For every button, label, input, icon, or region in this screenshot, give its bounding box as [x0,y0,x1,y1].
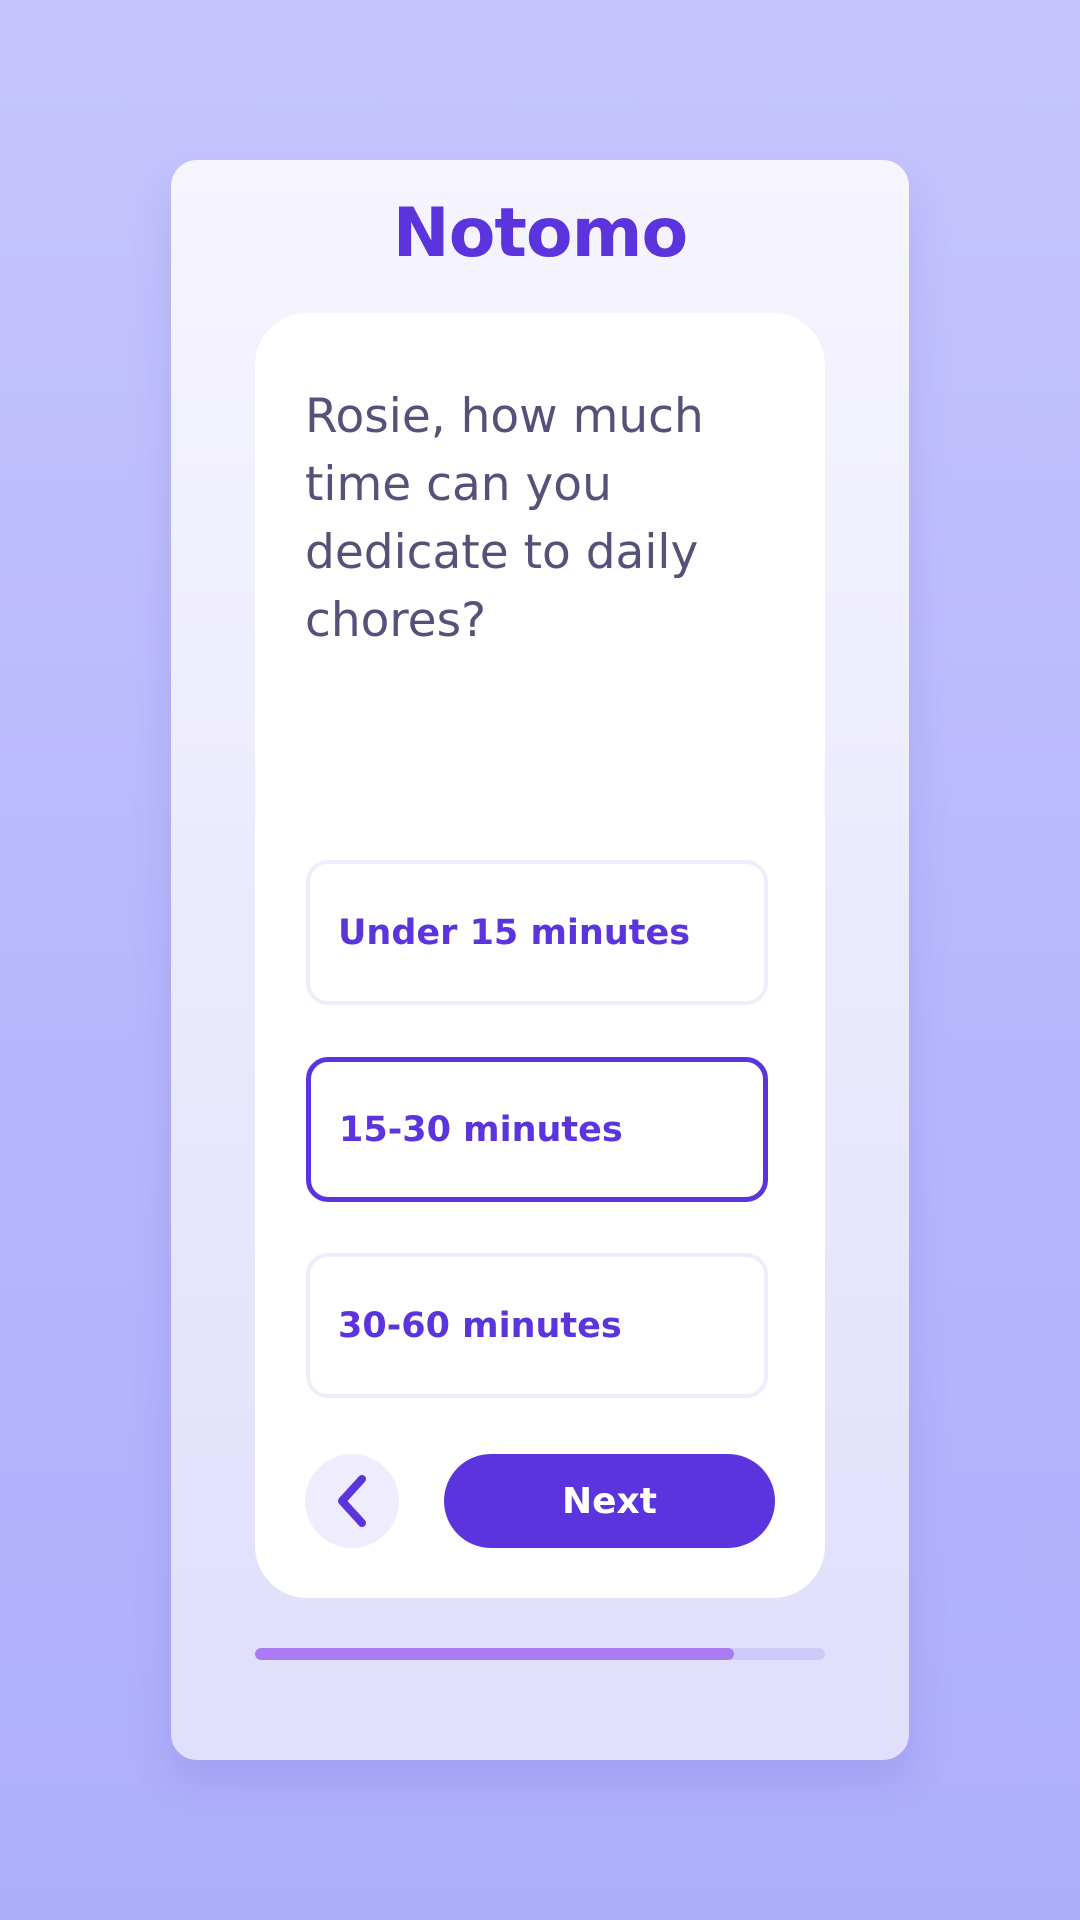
option-label: 30-60 minutes [338,1305,622,1346]
onboarding-card: Notomo Rosie, how much time can you dedi… [171,160,909,1760]
option-label: Under 15 minutes [338,912,691,953]
next-button[interactable]: Next [444,1454,775,1548]
option-under-15-minutes[interactable]: Under 15 minutes [306,860,768,1005]
option-30-60-minutes[interactable]: 30-60 minutes [306,1253,768,1398]
question-card: Rosie, how much time can you dedicate to… [255,313,825,1598]
question-text: Rosie, how much time can you dedicate to… [305,389,704,648]
chevron-left-icon [338,1475,366,1527]
back-button[interactable] [305,1454,399,1548]
progress-fill [255,1648,734,1660]
option-label: 15-30 minutes [339,1109,623,1150]
option-15-30-minutes[interactable]: 15-30 minutes [306,1057,768,1202]
progress-bar [255,1648,825,1660]
app-logo: Notomo [392,194,688,273]
